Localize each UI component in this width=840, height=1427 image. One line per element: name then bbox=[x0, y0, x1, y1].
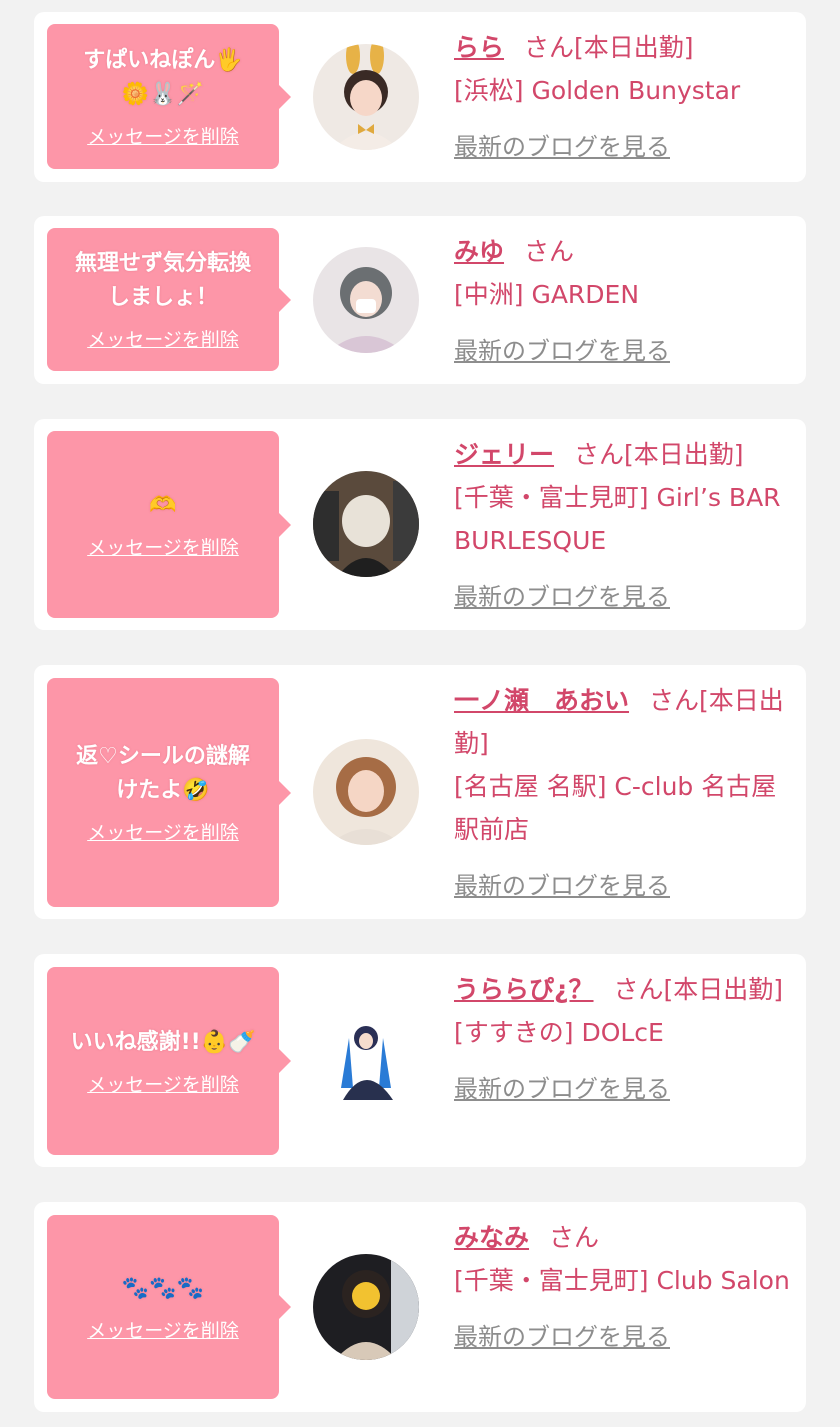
message-text: すぱいねぽん🖐️ 🌼🐰🪄 bbox=[83, 48, 243, 107]
store-label: [中洲] GARDEN bbox=[454, 280, 640, 309]
girl-name-link[interactable]: みなみ bbox=[454, 1223, 529, 1252]
avatar[interactable] bbox=[313, 1254, 419, 1360]
latest-blog-link[interactable]: 最新のブログを見る bbox=[454, 1068, 670, 1111]
girl-card: すぱいねぽん🖐️ 🌼🐰🪄 メッセージを削除 らら さん[本日出勤] [浜松] Go… bbox=[34, 12, 806, 182]
message-text: 無理せず気分転換 しましょ！ bbox=[74, 251, 251, 310]
message-bubble: 🫶 メッセージを削除 bbox=[47, 431, 291, 618]
name-suffix: さん[本日出勤] bbox=[574, 440, 744, 469]
girl-name-link[interactable]: みゆ bbox=[454, 237, 504, 266]
message-text: いいね感謝!!👶🍼 bbox=[70, 1029, 256, 1055]
avatar[interactable] bbox=[313, 247, 419, 353]
name-suffix: さん bbox=[524, 237, 575, 266]
name-suffix: さん bbox=[549, 1223, 600, 1252]
delete-message-link[interactable]: メッセージを削除 bbox=[87, 1070, 239, 1097]
girl-info: うららぴ¿？ さん[本日出勤] [すすきの] DOLcE 最新のブログを見る bbox=[454, 968, 794, 1111]
avatar-image-icon bbox=[313, 247, 419, 353]
message-text: 🫶 bbox=[149, 493, 177, 518]
store-label: [千葉・富士見町] Girl’s BAR BURLESQUE bbox=[454, 483, 781, 555]
message-bubble: すぱいねぽん🖐️ 🌼🐰🪄 メッセージを削除 bbox=[47, 24, 291, 169]
girl-info: みなみ さん [千葉・富士見町] Club Salon 最新のブログを見る bbox=[454, 1216, 794, 1359]
store-label: [千葉・富士見町] Club Salon bbox=[454, 1266, 790, 1295]
name-suffix: さん[本日出勤] bbox=[613, 975, 784, 1004]
avatar[interactable] bbox=[313, 739, 419, 845]
message-text: 🐾🐾🐾 bbox=[121, 1275, 205, 1301]
avatar-image-icon bbox=[313, 1254, 419, 1360]
latest-blog-link[interactable]: 最新のブログを見る bbox=[454, 330, 670, 373]
avatar-image-icon bbox=[313, 739, 419, 845]
delete-message-link[interactable]: メッセージを削除 bbox=[87, 1316, 239, 1343]
delete-message-link[interactable]: メッセージを削除 bbox=[87, 533, 239, 560]
girl-name-link[interactable]: 一ノ瀬 あおい bbox=[454, 686, 629, 715]
latest-blog-link[interactable]: 最新のブログを見る bbox=[454, 1316, 670, 1359]
message-bubble: いいね感謝!!👶🍼 メッセージを削除 bbox=[47, 967, 291, 1155]
girl-info: みゆ さん [中洲] GARDEN 最新のブログを見る bbox=[454, 230, 794, 373]
message-bubble: 無理せず気分転換 しましょ！ メッセージを削除 bbox=[47, 228, 291, 371]
message-bubble: 返♡シールの謎解 けたよ🤣 メッセージを削除 bbox=[47, 678, 291, 907]
girl-info: ジェリー さん[本日出勤] [千葉・富士見町] Girl’s BAR BURLES… bbox=[454, 433, 794, 619]
avatar[interactable] bbox=[313, 44, 419, 150]
girl-name-link[interactable]: ジェリー bbox=[454, 440, 554, 469]
girl-card: 🐾🐾🐾 メッセージを削除 みなみ さん [千葉・富士見町] Club Salon … bbox=[34, 1202, 806, 1412]
store-label: [すすきの] DOLcE bbox=[454, 1018, 664, 1047]
latest-blog-link[interactable]: 最新のブログを見る bbox=[454, 576, 670, 619]
delete-message-link[interactable]: メッセージを削除 bbox=[87, 325, 239, 352]
avatar-image-icon bbox=[313, 1008, 419, 1114]
delete-message-link[interactable]: メッセージを削除 bbox=[87, 818, 239, 845]
girl-card: 返♡シールの謎解 けたよ🤣 メッセージを削除 一ノ瀬 あおい さん[本日出勤] [… bbox=[34, 665, 806, 919]
store-label: [名古屋 名駅] C-club 名古屋駅前店 bbox=[454, 772, 777, 844]
message-text: 返♡シールの謎解 けたよ🤣 bbox=[76, 744, 250, 803]
avatar[interactable] bbox=[313, 1008, 419, 1114]
message-bubble: 🐾🐾🐾 メッセージを削除 bbox=[47, 1215, 291, 1399]
girl-info: らら さん[本日出勤] [浜松] Golden Bunystar 最新のブログを見… bbox=[454, 26, 794, 169]
girl-card: 🫶 メッセージを削除 ジェリー さん[本日出勤] [千葉・富士見町] Girl’s… bbox=[34, 419, 806, 630]
latest-blog-link[interactable]: 最新のブログを見る bbox=[454, 126, 670, 169]
name-suffix: さん[本日出勤] bbox=[524, 33, 694, 62]
girl-name-link[interactable]: らら bbox=[454, 33, 504, 62]
girl-name-link[interactable]: うららぴ¿？ bbox=[454, 975, 594, 1004]
girl-info: 一ノ瀬 あおい さん[本日出勤] [名古屋 名駅] C-club 名古屋駅前店 最… bbox=[454, 679, 794, 908]
avatar-image-icon bbox=[313, 44, 419, 150]
delete-message-link[interactable]: メッセージを削除 bbox=[87, 122, 239, 149]
avatar[interactable] bbox=[313, 471, 419, 577]
girl-card: 無理せず気分転換 しましょ！ メッセージを削除 みゆ さん [中洲] GARDEN… bbox=[34, 216, 806, 384]
girl-card: いいね感謝!!👶🍼 メッセージを削除 うららぴ¿？ さん[本日出勤] [すすきの]… bbox=[34, 954, 806, 1167]
store-label: [浜松] Golden Bunystar bbox=[454, 76, 741, 105]
avatar-image-icon bbox=[313, 471, 419, 577]
latest-blog-link[interactable]: 最新のブログを見る bbox=[454, 865, 670, 908]
